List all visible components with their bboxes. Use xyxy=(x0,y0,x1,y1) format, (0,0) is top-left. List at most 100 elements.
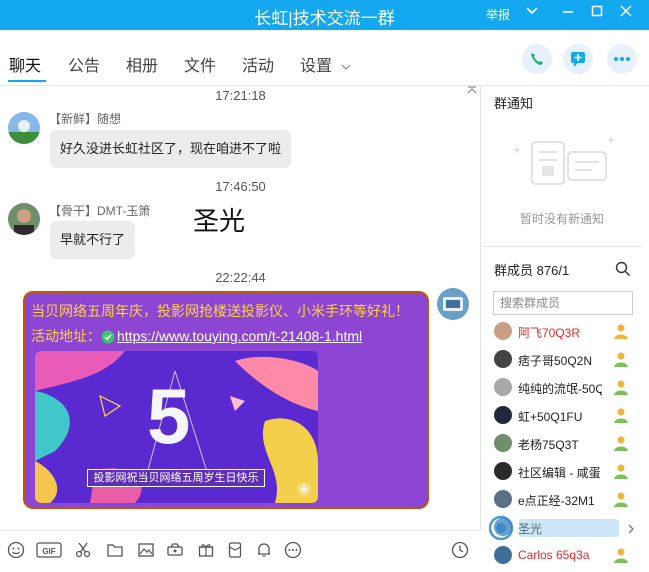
window-title: 长虹|技术交流一群 xyxy=(254,9,395,28)
sender-name: 【新鲜】随想 xyxy=(49,112,122,126)
avatar xyxy=(494,378,512,396)
banner-number: 5 xyxy=(147,372,191,460)
scissors-icon[interactable] xyxy=(73,541,93,561)
tab-settings-label: 设置 xyxy=(300,58,333,75)
member-item[interactable]: 纯纯的流氓-50Q3 xyxy=(492,376,640,400)
avatar xyxy=(494,490,512,508)
member-search-input[interactable]: 搜索群成员 xyxy=(493,291,633,315)
member-name: 虹+50Q1FU xyxy=(518,410,583,424)
promo-banner[interactable]: 5 投影网祝当贝网络五周岁生日快乐 xyxy=(35,351,318,503)
member-name: 社区编辑 - 咸蛋 xyxy=(518,466,601,480)
tab-album[interactable]: 相册 xyxy=(126,52,158,76)
more-icon xyxy=(614,57,630,61)
skin-icon[interactable] xyxy=(522,3,542,23)
expand-icon[interactable] xyxy=(296,481,312,497)
avatar[interactable] xyxy=(8,112,40,144)
scroll-arrow-icon[interactable] xyxy=(626,522,636,534)
member-role-icon xyxy=(614,492,628,507)
empty-notice-icon xyxy=(514,137,614,185)
avatar xyxy=(494,462,512,480)
member-name: 老杨75Q3T xyxy=(518,438,579,452)
timestamp: 17:46:50 xyxy=(215,179,266,194)
member-item[interactable]: 社区编辑 - 咸蛋 xyxy=(492,460,640,484)
tab-settings[interactable]: 设置 xyxy=(300,52,352,76)
avatar[interactable] xyxy=(8,203,40,235)
member-name: Carlos 65q3a xyxy=(518,548,590,562)
gif-icon[interactable]: GIF xyxy=(36,541,62,561)
avatar xyxy=(494,434,512,452)
avatar xyxy=(494,406,512,424)
more-tools-icon[interactable] xyxy=(283,541,303,561)
promo-text: 当贝网络五周年庆，投影网抢楼送投影仪、小米手环等好礼！活动地址： https://… xyxy=(31,299,421,349)
member-item[interactable]: 老杨75Q3T xyxy=(492,432,640,456)
image-icon[interactable] xyxy=(136,541,156,561)
red-packet-icon[interactable] xyxy=(225,541,245,561)
screen-share-icon[interactable] xyxy=(165,541,185,561)
notice-empty-text: 暂时没有新通知 xyxy=(520,212,605,226)
chevron-down-icon xyxy=(342,64,351,70)
member-role-icon xyxy=(614,380,628,395)
member-item[interactable]: 虹+50Q1FU xyxy=(492,404,640,428)
title-bar: 长虹|技术交流一群 举报 xyxy=(0,0,649,30)
add-app-button[interactable] xyxy=(563,44,593,74)
member-name: 阿飞70Q3R xyxy=(518,326,581,340)
member-item[interactable]: e点正经-32M1 xyxy=(492,488,640,512)
maximize-icon[interactable] xyxy=(587,3,607,23)
verified-icon xyxy=(101,330,115,344)
sender-name: 【骨干】DMT-玉箫 xyxy=(49,204,151,218)
member-role-icon xyxy=(614,548,628,563)
avatar[interactable] xyxy=(437,288,469,320)
members-title: 群成员 876/1 xyxy=(494,260,569,279)
promo-link[interactable]: https://www.touying.com/t-21408-1.html xyxy=(117,328,362,344)
tab-chat[interactable]: 聊天 xyxy=(9,52,41,76)
notice-title: 群通知 xyxy=(494,96,534,111)
divider xyxy=(482,246,642,247)
message-bubble[interactable]: 好久没进长虹社区了，现在咱进不了啦 xyxy=(50,130,292,168)
phone-icon xyxy=(531,53,543,65)
gift-icon[interactable] xyxy=(196,541,216,561)
member-item[interactable]: 阿飞70Q3R xyxy=(492,320,640,344)
folder-icon[interactable] xyxy=(105,541,125,561)
members-label: 群成员 xyxy=(494,263,534,278)
member-role-icon xyxy=(614,464,628,479)
member-name: 痞子哥50Q2N xyxy=(518,354,593,368)
add-message-icon xyxy=(571,52,585,67)
more-button[interactable] xyxy=(607,44,637,74)
active-tab-indicator xyxy=(8,80,46,82)
history-icon[interactable] xyxy=(450,541,470,561)
admin-icon xyxy=(614,324,628,339)
member-item[interactable]: Carlos 65q3a xyxy=(492,544,640,568)
message-bubble[interactable]: 早就不行了 xyxy=(50,221,136,259)
search-icon[interactable] xyxy=(615,261,631,277)
input-toolbar: GIF xyxy=(0,530,481,572)
promo-message[interactable]: 当贝网络五周年庆，投影网抢楼送投影仪、小米手环等好礼！活动地址： https://… xyxy=(23,291,429,509)
collapse-icon[interactable] xyxy=(467,86,477,97)
timestamp: 17:21:18 xyxy=(215,88,266,103)
tab-bar: 聊天 公告 相册 文件 活动 设置 xyxy=(0,30,649,86)
call-button[interactable] xyxy=(522,44,552,74)
tab-files[interactable]: 文件 xyxy=(184,52,216,76)
member-role-icon xyxy=(614,408,628,423)
watermark-logo xyxy=(489,515,619,541)
member-name: e点正经-32M1 xyxy=(518,494,595,508)
timestamp: 22:22:44 xyxy=(215,270,266,285)
banner-caption: 投影网祝当贝网络五周岁生日快乐 xyxy=(87,469,265,487)
emoji-icon[interactable] xyxy=(6,541,26,561)
report-button[interactable]: 举报 xyxy=(486,6,510,23)
close-icon[interactable] xyxy=(616,3,636,23)
member-role-icon xyxy=(614,352,628,367)
right-panel: 群通知 暂时没有新通知 群成员 876/1 搜索群成员 阿飞70Q3R 痞子哥5… xyxy=(482,86,649,572)
svg-text:GIF: GIF xyxy=(42,547,55,556)
avatar xyxy=(494,322,512,340)
members-count: 876/1 xyxy=(536,263,570,278)
member-role-icon xyxy=(614,436,628,451)
bell-icon[interactable] xyxy=(254,541,274,561)
tab-announcement[interactable]: 公告 xyxy=(68,52,100,76)
member-name: 纯纯的流氓-50Q3 xyxy=(518,382,602,396)
member-item[interactable]: 痞子哥50Q2N xyxy=(492,348,640,372)
avatar xyxy=(494,546,512,564)
overlay-text: 圣光 xyxy=(193,207,246,237)
chat-area[interactable]: 17:21:18 【新鲜】随想 好久没进长虹社区了，现在咱进不了啦 17:46:… xyxy=(0,86,481,530)
minimize-icon[interactable] xyxy=(558,3,578,23)
tab-activity[interactable]: 活动 xyxy=(242,52,274,76)
